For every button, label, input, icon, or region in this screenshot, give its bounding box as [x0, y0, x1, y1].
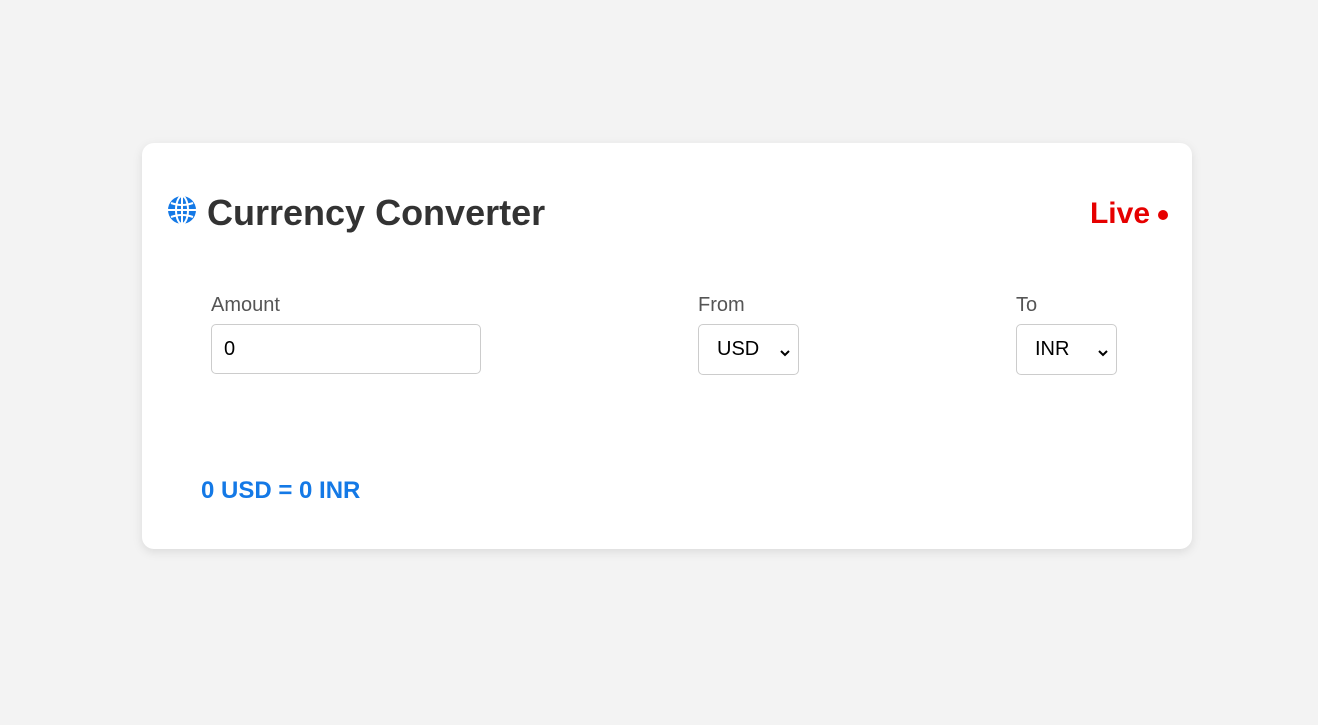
from-label: From — [698, 294, 745, 316]
from-currency-select[interactable]: USD — [698, 324, 799, 375]
live-label: Live — [1089, 197, 1150, 230]
to-currency-value: INR — [1035, 338, 1070, 360]
to-currency-select[interactable]: INR — [1016, 324, 1117, 375]
from-currency-value: USD — [717, 338, 760, 360]
amount-field: Amount — [211, 295, 481, 374]
amount-label: Amount — [211, 294, 280, 316]
page-title: Currency Converter — [207, 192, 546, 233]
from-field: From USD — [698, 295, 799, 375]
amount-input[interactable] — [211, 324, 481, 374]
live-dot-icon — [1158, 210, 1168, 220]
live-indicator: Live — [1090, 196, 1168, 232]
converter-card: Currency Converter Live Amount From USD … — [142, 143, 1192, 549]
globe-icon — [166, 194, 198, 226]
to-field: To INR — [1016, 295, 1117, 375]
to-label: To — [1016, 294, 1038, 316]
chevron-down-icon — [1096, 343, 1110, 357]
chevron-down-icon — [778, 343, 792, 357]
conversion-result: 0 USD = 0 INR — [201, 477, 361, 504]
card-header: Currency Converter — [166, 191, 545, 235]
